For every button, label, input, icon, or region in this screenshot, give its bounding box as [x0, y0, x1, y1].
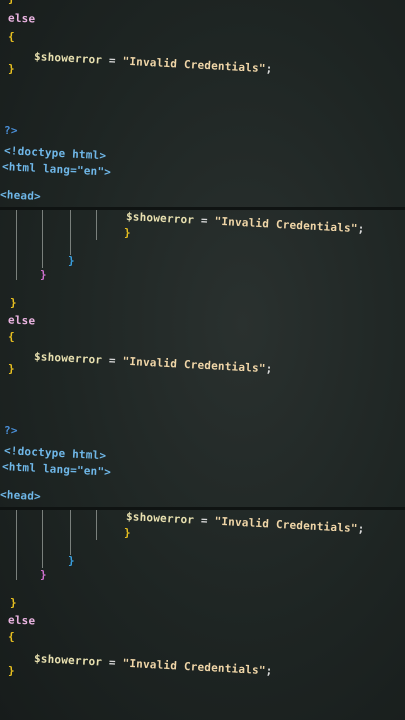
- variable-token: $showerror: [125, 210, 195, 227]
- variable-token: $showerror: [125, 510, 195, 527]
- open-brace: {: [8, 630, 15, 643]
- html-tag-line: <html lang="en">: [1, 460, 112, 479]
- string-literal: "Invalid Credentials": [214, 514, 359, 536]
- assign-operator: =: [108, 655, 117, 670]
- indent-guide: [96, 510, 97, 540]
- open-brace: {: [8, 330, 15, 343]
- close-brace: }: [40, 268, 47, 281]
- indent-guide: [70, 510, 71, 555]
- assign-operator: =: [108, 353, 117, 368]
- else-keyword: else: [7, 313, 36, 328]
- close-brace: }: [8, 0, 15, 5]
- head-tag-line: <head>: [0, 488, 42, 504]
- code-line-assignment: $showerror = "Invalid Credentials";: [126, 210, 365, 235]
- close-brace: }: [10, 596, 17, 609]
- else-keyword: else: [7, 613, 36, 628]
- indent-guide: [16, 510, 17, 580]
- string-literal: "Invalid Credentials": [214, 214, 359, 236]
- string-literal: "Invalid Credentials": [122, 354, 267, 376]
- close-brace: }: [68, 554, 75, 567]
- doctype-line: <!doctype html>: [3, 444, 107, 463]
- semicolon: ;: [265, 362, 273, 376]
- assign-operator: =: [108, 53, 117, 68]
- close-brace: }: [8, 62, 15, 75]
- variable-token: $showerror: [33, 350, 103, 367]
- close-brace: }: [8, 664, 15, 677]
- open-brace: {: [8, 30, 15, 43]
- assign-operator: =: [200, 213, 209, 228]
- close-brace: }: [124, 526, 131, 539]
- indent-guide: [70, 210, 71, 255]
- semicolon: ;: [357, 222, 365, 236]
- code-editor-screen: } else { $showerror = "Invalid Credentia…: [0, 0, 405, 720]
- assign-operator: =: [200, 513, 209, 528]
- indent-guide: [96, 210, 97, 240]
- string-literal: "Invalid Credentials": [122, 656, 267, 678]
- code-line-assignment: $showerror = "Invalid Credentials";: [34, 50, 273, 75]
- variable-token: $showerror: [33, 50, 103, 67]
- code-line-assignment: $showerror = "Invalid Credentials";: [126, 510, 365, 535]
- php-close-tag: ?>: [4, 124, 18, 137]
- indent-guide: [42, 510, 43, 568]
- php-close-tag: ?>: [4, 424, 18, 437]
- close-brace: }: [40, 568, 47, 581]
- indent-guide: [42, 210, 43, 268]
- code-band-1: } else { $showerror = "Invalid Credentia…: [0, 0, 405, 208]
- code-line-assignment: $showerror = "Invalid Credentials";: [34, 350, 273, 375]
- close-brace: }: [8, 362, 15, 375]
- string-literal: "Invalid Credentials": [122, 54, 267, 76]
- variable-token: $showerror: [33, 652, 103, 669]
- close-brace: }: [10, 296, 17, 309]
- indent-guide: [16, 210, 17, 280]
- code-band-2: $showerror = "Invalid Credentials"; } } …: [0, 210, 405, 508]
- html-tag-line: <html lang="en">: [1, 160, 112, 179]
- semicolon: ;: [265, 664, 273, 678]
- head-tag-line: <head>: [0, 188, 42, 204]
- code-band-3: $showerror = "Invalid Credentials"; } } …: [0, 510, 405, 720]
- semicolon: ;: [265, 62, 273, 76]
- close-brace: }: [124, 226, 131, 239]
- else-keyword: else: [7, 11, 36, 26]
- semicolon: ;: [357, 522, 365, 536]
- doctype-line: <!doctype html>: [3, 144, 107, 163]
- code-line-assignment: $showerror = "Invalid Credentials";: [34, 652, 273, 677]
- close-brace: }: [68, 254, 75, 267]
